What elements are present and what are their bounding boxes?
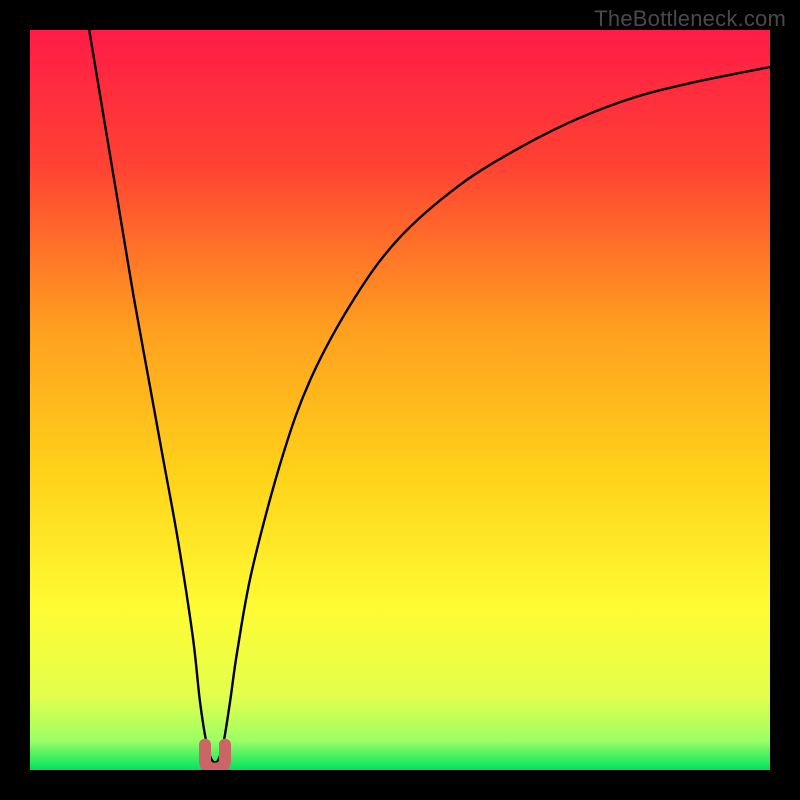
gradient-background (30, 30, 770, 770)
watermark-text: TheBottleneck.com (594, 6, 786, 32)
plot-area (30, 30, 770, 770)
chart-frame: TheBottleneck.com (0, 0, 800, 800)
bottleneck-chart (30, 30, 770, 770)
